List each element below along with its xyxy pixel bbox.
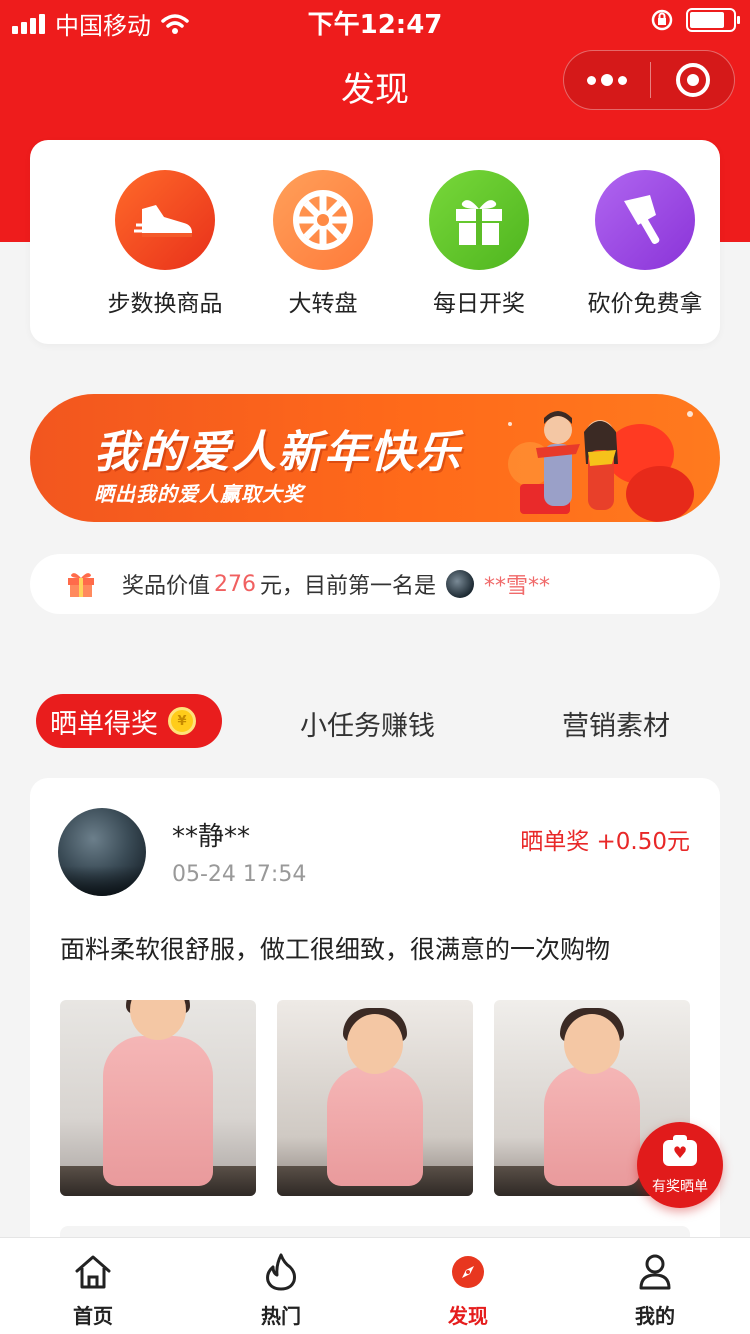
miniprogram-capsule bbox=[563, 50, 735, 110]
promo-banner[interactable]: 我的爱人新年快乐 晒出我的爱人赢取大奖 bbox=[30, 394, 720, 522]
gift-icon bbox=[68, 573, 94, 597]
winner-avatar bbox=[446, 570, 475, 598]
post-photo[interactable] bbox=[277, 1000, 473, 1196]
more-menu-button[interactable] bbox=[564, 51, 650, 109]
fab-label: 有奖晒单 bbox=[652, 1179, 708, 1195]
user-icon bbox=[635, 1252, 675, 1292]
battery-icon bbox=[686, 8, 740, 32]
feature-label: 步数换商品 bbox=[107, 291, 223, 317]
prize-prefix: 奖品价值 bbox=[122, 574, 211, 599]
rotation-lock-icon bbox=[651, 9, 673, 31]
tab-share-reward[interactable]: 晒单得奖 ¥ bbox=[36, 694, 222, 748]
feature-lucky-wheel[interactable]: 大转盘 bbox=[243, 170, 403, 318]
axe-icon bbox=[595, 170, 695, 270]
feature-label: 砍价免费拿 bbox=[587, 291, 703, 317]
target-icon bbox=[675, 63, 710, 97]
feature-label: 大转盘 bbox=[288, 291, 358, 317]
avatar[interactable] bbox=[58, 808, 146, 896]
review-post-card[interactable]: **静** 05-24 17:54 晒单奖 +0.50元 面料柔软很舒服，做工很… bbox=[30, 778, 720, 1298]
feature-bargain-free[interactable]: 砍价免费拿 bbox=[565, 170, 725, 318]
tabbar-item-discover[interactable]: 发现 bbox=[418, 1252, 518, 1329]
feature-card: 步数换商品 大转盘 每日开奖 砍价免费拿 bbox=[30, 140, 720, 344]
camera-icon bbox=[663, 1135, 697, 1166]
tabbar-label: 热门 bbox=[261, 1304, 301, 1328]
wheel-icon bbox=[273, 170, 373, 270]
post-timestamp: 05-24 17:54 bbox=[172, 862, 307, 887]
close-miniprogram-button[interactable] bbox=[651, 63, 734, 97]
prize-value: 276 bbox=[214, 571, 257, 597]
status-right bbox=[650, 8, 740, 32]
tabbar-item-mine[interactable]: 我的 bbox=[605, 1252, 705, 1329]
shoe-icon bbox=[115, 170, 215, 270]
status-bar: 中国移动 下午12:47 bbox=[0, 0, 750, 40]
prize-suffix: 元，目前第一名是 bbox=[260, 574, 437, 599]
flame-icon bbox=[261, 1252, 301, 1292]
tab-marketing-materials[interactable]: 营销素材 bbox=[562, 704, 670, 743]
coin-icon: ¥ bbox=[168, 707, 196, 735]
content-tabs: 晒单得奖 ¥ 小任务赚钱 营销素材 bbox=[0, 692, 750, 752]
tab-small-tasks[interactable]: 小任务赚钱 bbox=[300, 704, 435, 743]
winner-name: **雪** bbox=[484, 574, 551, 599]
prize-info-bar[interactable]: 奖品价值 276 元，目前第一名是 **雪** bbox=[30, 554, 720, 614]
reward-share-fab[interactable]: 有奖晒单 bbox=[637, 1122, 723, 1208]
tab-label: 晒单得奖 bbox=[50, 708, 158, 740]
tabbar-item-hot[interactable]: 热门 bbox=[231, 1252, 331, 1329]
status-time: 下午12:47 bbox=[307, 10, 443, 40]
bottom-tab-bar: 首页 热门 发现 我的 bbox=[0, 1237, 750, 1334]
feature-label: 每日开奖 bbox=[433, 291, 525, 317]
tabbar-label: 我的 bbox=[635, 1304, 675, 1328]
post-reward: 晒单奖 +0.50元 bbox=[520, 829, 690, 855]
compass-icon bbox=[448, 1252, 488, 1292]
feature-daily-lottery[interactable]: 每日开奖 bbox=[399, 170, 559, 318]
gift-icon bbox=[429, 170, 529, 270]
tabbar-label: 发现 bbox=[448, 1304, 488, 1328]
couple-illustration bbox=[508, 411, 694, 522]
home-icon bbox=[73, 1252, 113, 1292]
post-username: **静** bbox=[172, 822, 251, 852]
post-text: 面料柔软很舒服，做工很细致，很满意的一次购物 bbox=[60, 935, 611, 964]
feature-step-exchange[interactable]: 步数换商品 bbox=[85, 170, 245, 318]
tabbar-label: 首页 bbox=[73, 1304, 113, 1328]
tabbar-item-home[interactable]: 首页 bbox=[43, 1252, 143, 1329]
banner-title: 我的爱人新年快乐 bbox=[94, 427, 462, 478]
post-photo[interactable] bbox=[60, 1000, 256, 1196]
banner-subtitle: 晒出我的爱人赢取大奖 bbox=[94, 482, 304, 506]
